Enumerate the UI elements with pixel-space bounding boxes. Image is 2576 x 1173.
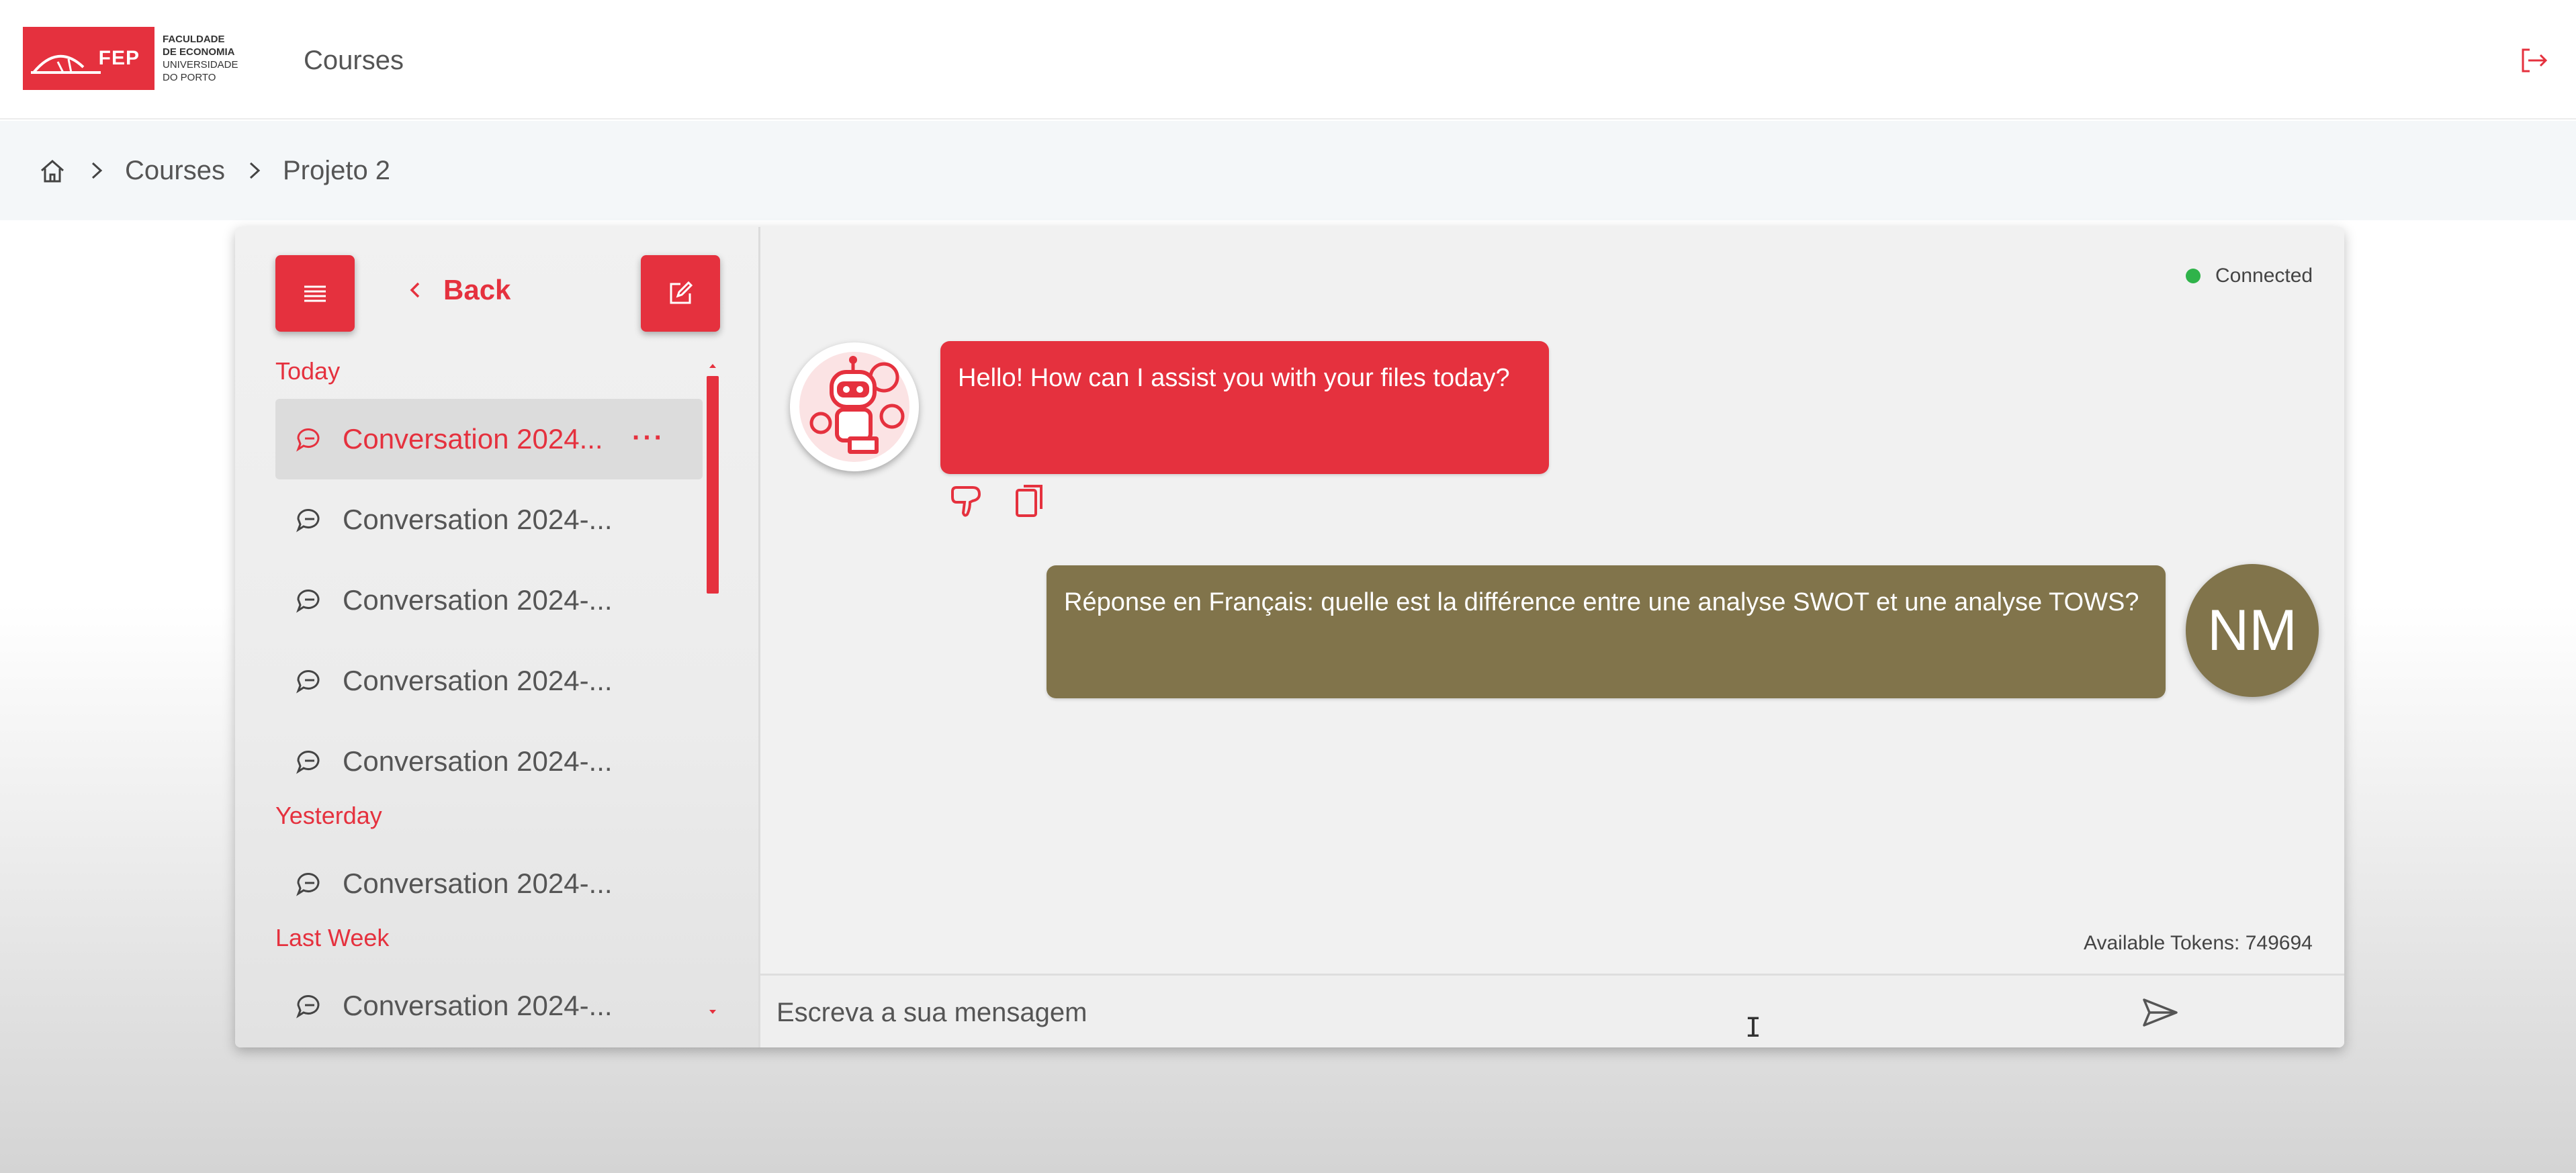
chat-bubble-icon bbox=[296, 590, 320, 613]
logo-abbr: FEP bbox=[98, 47, 140, 69]
user-message-text: Réponse en Français: quelle est la diffé… bbox=[1064, 588, 2139, 616]
chat-bubble-icon bbox=[296, 509, 320, 532]
bridge-icon bbox=[31, 55, 101, 74]
scroll-up-arrow[interactable] bbox=[707, 361, 719, 372]
thumbs-down-icon[interactable] bbox=[950, 482, 983, 520]
assistant-avatar bbox=[790, 342, 919, 471]
breadcrumb-bar: Courses Projeto 2 bbox=[0, 121, 2576, 220]
logo-line: DE ECONOMIA bbox=[163, 46, 235, 58]
available-tokens: Available Tokens: 749694 bbox=[2084, 932, 2313, 954]
connection-status: Connected bbox=[2186, 265, 2313, 287]
back-label: Back bbox=[443, 274, 511, 306]
breadcrumb-courses[interactable]: Courses bbox=[125, 156, 225, 186]
section-label-today: Today bbox=[275, 357, 341, 385]
chat-card: Back Today Conversation 2024... ··· Conv… bbox=[235, 227, 2344, 1047]
logo-mark: FEP bbox=[23, 27, 154, 90]
conversation-item[interactable]: Conversation 2024-... bbox=[275, 721, 703, 802]
menu-button[interactable] bbox=[275, 255, 355, 332]
conversation-sidebar: Back Today Conversation 2024... ··· Conv… bbox=[235, 227, 760, 1047]
nav-courses-link[interactable]: Courses bbox=[304, 46, 404, 76]
chevron-right-icon bbox=[91, 162, 103, 179]
assistant-message: Hello! How can I assist you with your fi… bbox=[940, 341, 1549, 474]
chat-bubble-icon bbox=[296, 873, 320, 896]
scroll-down-arrow[interactable] bbox=[707, 1006, 719, 1017]
edit-icon bbox=[670, 281, 693, 304]
logo-line: UNIVERSIDADE bbox=[163, 59, 238, 71]
chat-bubble-icon bbox=[296, 995, 320, 1019]
chevron-right-icon bbox=[249, 162, 261, 179]
conversation-item[interactable]: Conversation 2024-... bbox=[275, 966, 703, 1046]
chat-bubble-icon bbox=[296, 670, 320, 694]
logo-line: DO PORTO bbox=[163, 72, 216, 83]
conversation-label: Conversation 2024-... bbox=[343, 665, 613, 696]
conversation-label: Conversation 2024-... bbox=[343, 584, 613, 616]
breadcrumb: Courses Projeto 2 bbox=[38, 149, 390, 192]
logo-line: FACULDADE bbox=[163, 34, 225, 45]
conversation-item[interactable]: Conversation 2024-... bbox=[275, 479, 703, 560]
status-label: Connected bbox=[2215, 265, 2313, 287]
conversation-label: Conversation 2024-... bbox=[343, 867, 613, 899]
section-label-last-week: Last Week bbox=[275, 924, 390, 951]
robot-icon bbox=[799, 352, 909, 462]
more-options-button[interactable]: ··· bbox=[632, 423, 665, 453]
menu-icon bbox=[304, 285, 326, 302]
fep-logo[interactable]: FEP FACULDADE DE ECONOMIA UNIVERSIDADE D… bbox=[23, 27, 251, 90]
conversation-item[interactable]: Conversation 2024-... bbox=[275, 843, 703, 924]
scrollbar-thumb[interactable] bbox=[707, 376, 719, 594]
send-icon[interactable] bbox=[2141, 996, 2179, 1029]
home-icon[interactable] bbox=[38, 156, 67, 185]
conversation-item[interactable]: Conversation 2024-... bbox=[275, 560, 703, 641]
conversation-item[interactable]: Conversation 2024-... bbox=[275, 641, 703, 721]
text-cursor-icon: I bbox=[1745, 1013, 1762, 1043]
breadcrumb-current: Projeto 2 bbox=[282, 155, 391, 185]
copy-icon[interactable] bbox=[1014, 482, 1045, 520]
user-avatar: NM bbox=[2186, 564, 2319, 697]
top-header: FEP FACULDADE DE ECONOMIA UNIVERSIDADE D… bbox=[0, 0, 2576, 120]
message-input-bar bbox=[760, 974, 2344, 1047]
chevron-left-icon bbox=[410, 282, 420, 298]
chat-bubble-icon bbox=[296, 751, 320, 774]
conversation-item[interactable]: Conversation 2024... ··· bbox=[275, 399, 703, 479]
conversation-label: Conversation 2024-... bbox=[343, 745, 613, 777]
logout-icon[interactable] bbox=[2518, 44, 2550, 77]
message-input[interactable] bbox=[775, 988, 2256, 1037]
status-dot bbox=[2186, 269, 2201, 283]
new-conversation-button[interactable] bbox=[641, 255, 720, 332]
section-label-yesterday: Yesterday bbox=[275, 802, 382, 829]
user-message: Réponse en Français: quelle est la diffé… bbox=[1047, 565, 2166, 698]
assistant-message-text: Hello! How can I assist you with your fi… bbox=[958, 364, 1510, 392]
chat-bubble-icon bbox=[296, 428, 320, 452]
logo-text: FACULDADE DE ECONOMIA UNIVERSIDADE DO PO… bbox=[163, 33, 238, 84]
conversation-label: Conversation 2024-... bbox=[343, 990, 613, 1021]
conversation-label: Conversation 2024-... bbox=[343, 504, 613, 535]
conversation-label: Conversation 2024... bbox=[343, 423, 603, 455]
back-button[interactable]: Back bbox=[406, 274, 510, 306]
